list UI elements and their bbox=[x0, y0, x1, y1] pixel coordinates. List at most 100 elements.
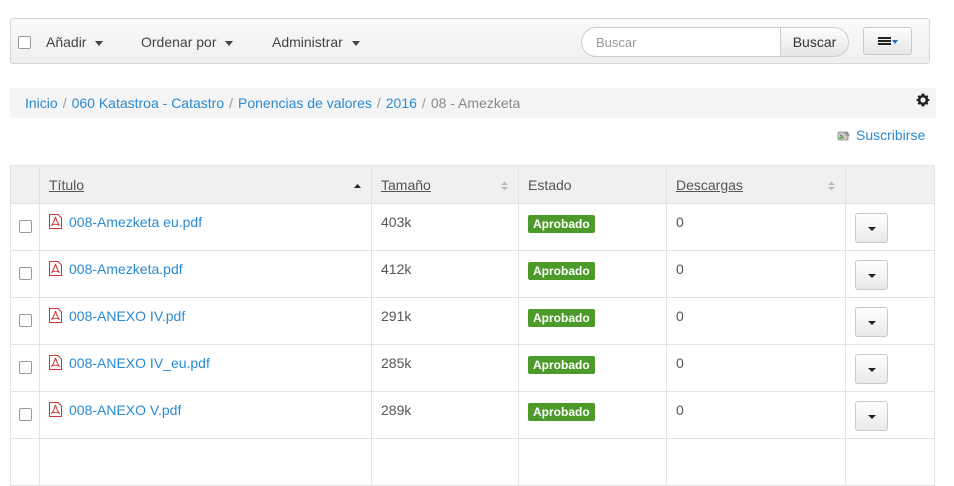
downloads-cell: 0 bbox=[666, 391, 846, 439]
table-row: 008-Amezketa.pdf 412k Aprobado 0 bbox=[10, 250, 935, 298]
file-link[interactable]: 008-Amezketa eu.pdf bbox=[69, 214, 202, 230]
file-link[interactable]: 008-ANEXO IV_eu.pdf bbox=[69, 355, 210, 371]
empty-cell bbox=[666, 438, 846, 486]
breadcrumb-separator: / bbox=[421, 95, 426, 111]
rss-icon bbox=[837, 131, 850, 141]
downloads-cell: 0 bbox=[666, 297, 846, 345]
empty-cell bbox=[518, 438, 667, 486]
manage-menu-label: Administrar bbox=[272, 34, 343, 50]
view-mode-button[interactable] bbox=[863, 27, 912, 55]
row-checkbox[interactable] bbox=[18, 220, 32, 233]
title-cell: 008-ANEXO V.pdf bbox=[39, 391, 372, 439]
chevron-down-icon bbox=[225, 40, 234, 46]
chevron-down-icon bbox=[892, 40, 898, 44]
empty-cell bbox=[39, 438, 372, 486]
chevron-down-icon bbox=[95, 40, 104, 46]
empty-cell bbox=[371, 438, 519, 486]
row-actions-button[interactable] bbox=[855, 307, 888, 337]
empty-cell bbox=[10, 438, 40, 486]
select-all-checkbox[interactable] bbox=[18, 36, 31, 49]
chevron-down-icon bbox=[868, 415, 876, 419]
row-checkbox[interactable] bbox=[18, 267, 32, 280]
column-header-size[interactable]: Tamaño bbox=[371, 165, 519, 204]
column-title-label[interactable]: Título bbox=[49, 177, 84, 193]
column-size-label[interactable]: Tamaño bbox=[381, 177, 431, 193]
sort-both-icon bbox=[828, 181, 835, 191]
sort-both-icon bbox=[501, 181, 508, 191]
status-badge: Aprobado bbox=[528, 403, 595, 421]
documents-table: Título Tamaño Estado Descargas 008-Amezk… bbox=[10, 165, 935, 486]
add-menu[interactable]: Añadir bbox=[46, 34, 104, 50]
breadcrumb-link[interactable]: 2016 bbox=[386, 95, 417, 111]
chevron-down-icon bbox=[868, 227, 876, 231]
status-cell: Aprobado bbox=[518, 250, 667, 298]
manage-menu[interactable]: Administrar bbox=[272, 34, 360, 50]
row-checkbox-cell bbox=[10, 250, 40, 298]
row-actions-button[interactable] bbox=[855, 213, 888, 243]
status-badge: Aprobado bbox=[528, 215, 595, 233]
column-downloads-label[interactable]: Descargas bbox=[676, 177, 743, 193]
title-cell: 008-Amezketa.pdf bbox=[39, 250, 372, 298]
chevron-down-icon bbox=[351, 40, 360, 46]
file-link[interactable]: 008-Amezketa.pdf bbox=[69, 261, 183, 277]
search-button[interactable]: Buscar bbox=[780, 27, 849, 57]
title-cell: 008-ANEXO IV.pdf bbox=[39, 297, 372, 345]
row-checkbox[interactable] bbox=[18, 314, 32, 327]
breadcrumb-link[interactable]: 060 Katastroa - Catastro bbox=[72, 95, 225, 111]
size-cell: 412k bbox=[371, 250, 519, 298]
column-header-actions bbox=[845, 165, 935, 204]
size-cell: 403k bbox=[371, 203, 519, 251]
status-badge: Aprobado bbox=[528, 262, 595, 280]
breadcrumb-link[interactable]: Ponencias de valores bbox=[238, 95, 372, 111]
subscribe-label: Suscribirse bbox=[856, 127, 926, 143]
table-row: 008-ANEXO V.pdf 289k Aprobado 0 bbox=[10, 391, 935, 439]
chevron-down-icon bbox=[868, 274, 876, 278]
title-cell: 008-Amezketa eu.pdf bbox=[39, 203, 372, 251]
sort-menu[interactable]: Ordenar por bbox=[141, 34, 234, 50]
row-checkbox-cell bbox=[10, 297, 40, 345]
title-cell: 008-ANEXO IV_eu.pdf bbox=[39, 344, 372, 392]
pdf-icon bbox=[49, 355, 62, 370]
status-cell: Aprobado bbox=[518, 344, 667, 392]
pdf-icon bbox=[49, 308, 62, 323]
column-header-status: Estado bbox=[518, 165, 667, 204]
size-cell: 289k bbox=[371, 391, 519, 439]
downloads-cell: 0 bbox=[666, 203, 846, 251]
row-checkbox-cell bbox=[10, 344, 40, 392]
breadcrumb-separator: / bbox=[376, 95, 381, 111]
breadcrumb-bar: Inicio/060 Katastroa - Catastro / Ponencia… bbox=[10, 88, 936, 118]
file-link[interactable]: 008-ANEXO V.pdf bbox=[69, 402, 181, 418]
actions-cell bbox=[845, 297, 935, 345]
sort-menu-label: Ordenar por bbox=[141, 34, 217, 50]
subscribe-link[interactable]: Suscribirse bbox=[837, 127, 925, 143]
column-header-downloads[interactable]: Descargas bbox=[666, 165, 846, 204]
row-actions-button[interactable] bbox=[855, 354, 888, 384]
gear-icon[interactable] bbox=[915, 92, 931, 108]
empty-cell bbox=[845, 438, 935, 486]
search-input[interactable] bbox=[581, 27, 780, 57]
pdf-icon bbox=[49, 261, 62, 276]
row-checkbox[interactable] bbox=[18, 361, 32, 374]
row-checkbox-cell bbox=[10, 391, 40, 439]
chevron-down-icon bbox=[868, 321, 876, 325]
row-actions-button[interactable] bbox=[855, 401, 888, 431]
status-cell: Aprobado bbox=[518, 297, 667, 345]
list-view-icon bbox=[878, 37, 891, 46]
downloads-cell: 0 bbox=[666, 250, 846, 298]
column-header-title[interactable]: Título bbox=[39, 165, 372, 204]
breadcrumb-link[interactable]: Inicio bbox=[25, 95, 58, 111]
sort-ascending-icon bbox=[354, 184, 361, 188]
downloads-cell: 0 bbox=[666, 344, 846, 392]
file-link[interactable]: 008-ANEXO IV.pdf bbox=[69, 308, 185, 324]
actions-cell bbox=[845, 344, 935, 392]
column-status-label: Estado bbox=[528, 176, 572, 193]
size-cell: 291k bbox=[371, 297, 519, 345]
actions-cell bbox=[845, 250, 935, 298]
status-cell: Aprobado bbox=[518, 203, 667, 251]
chevron-down-icon bbox=[868, 368, 876, 372]
header-checkbox-cell bbox=[10, 165, 40, 204]
row-actions-button[interactable] bbox=[855, 260, 888, 290]
row-checkbox[interactable] bbox=[18, 408, 32, 421]
size-cell: 285k bbox=[371, 344, 519, 392]
table-row bbox=[10, 438, 935, 486]
